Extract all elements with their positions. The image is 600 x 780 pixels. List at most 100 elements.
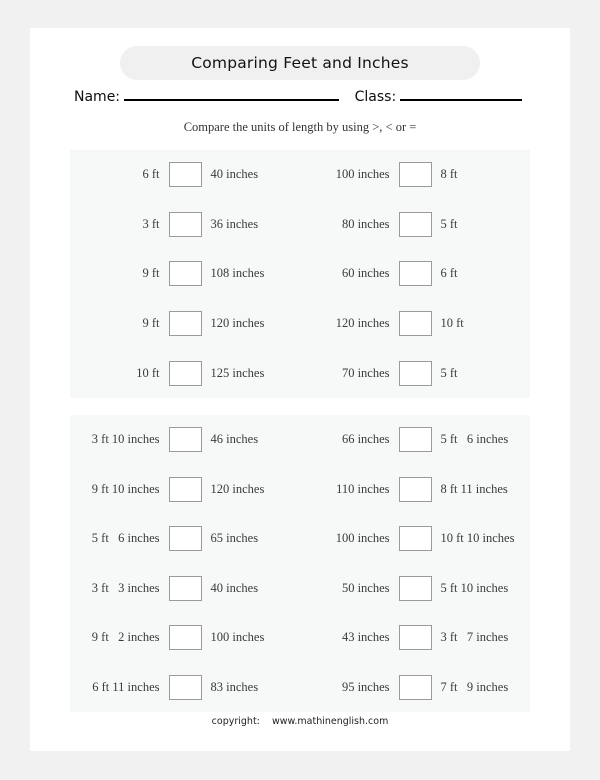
- comparison-problem: 50 inches 5 ft 10 inches: [300, 564, 530, 614]
- right-quantity: 8 ft 11 inches: [440, 481, 508, 496]
- comparison-problem: 9 ft 108 inches: [70, 249, 300, 299]
- comparison-answer-box[interactable]: [398, 476, 432, 502]
- worksheet-title-banner: Comparing Feet and Inches: [120, 46, 480, 80]
- comparison-problem: 100 inches 10 ft 10 inches: [300, 514, 530, 564]
- comparison-answer-box[interactable]: [398, 575, 432, 601]
- comparison-answer-box[interactable]: [168, 427, 202, 453]
- student-info-row: Name: Class:: [74, 86, 526, 110]
- exercise-block-2: 3 ft 10 inches 46 inches 66 inches 5 ft 6 i…: [70, 415, 530, 712]
- right-quantity: 120 inches: [210, 316, 265, 331]
- left-quantity: 110 inches: [336, 481, 390, 496]
- copyright-footer: copyright: www.mathinenglish.com: [211, 716, 389, 727]
- right-quantity: 10 ft 10 inches: [440, 531, 515, 546]
- exercise-row: 6 ft 40 inches 100 inches 8 ft: [70, 150, 530, 200]
- comparison-answer-box[interactable]: [168, 476, 202, 502]
- comparison-answer-box[interactable]: [168, 261, 202, 287]
- left-quantity: 10 ft: [136, 365, 160, 380]
- comparison-problem: 3 ft 3 inches 40 inches: [70, 564, 300, 614]
- right-quantity: 3 ft 7 inches: [440, 630, 509, 645]
- name-input-line[interactable]: [124, 86, 339, 101]
- comparison-problem: 66 inches 5 ft 6 inches: [300, 415, 530, 465]
- comparison-answer-box[interactable]: [398, 625, 432, 651]
- right-quantity: 83 inches: [210, 679, 259, 694]
- right-quantity: 8 ft: [440, 167, 458, 182]
- left-quantity: 3 ft 3 inches: [91, 580, 160, 595]
- comparison-problem: 6 ft 11 inches 83 inches: [70, 663, 300, 713]
- comparison-answer-box[interactable]: [168, 311, 202, 337]
- right-quantity: 5 ft: [440, 365, 458, 380]
- right-quantity: 5 ft 10 inches: [440, 580, 509, 595]
- right-quantity: 36 inches: [210, 216, 259, 231]
- class-input-line[interactable]: [400, 86, 522, 101]
- page-title: Comparing Feet and Inches: [191, 54, 409, 72]
- left-quantity: 120 inches: [335, 316, 390, 331]
- exercise-row: 9 ft 2 inches 100 inches 43 inches 3 ft 7 i…: [70, 613, 530, 663]
- comparison-answer-box[interactable]: [398, 427, 432, 453]
- left-quantity: 50 inches: [341, 580, 390, 595]
- exercise-row: 6 ft 11 inches 83 inches 95 inches 7 ft 9 i…: [70, 663, 530, 713]
- comparison-problem: 80 inches 5 ft: [300, 200, 530, 250]
- left-quantity: 6 ft: [142, 167, 160, 182]
- comparison-problem: 3 ft 36 inches: [70, 200, 300, 250]
- exercise-row: 9 ft 10 inches 120 inches 110 inches 8 ft 1…: [70, 465, 530, 515]
- comparison-answer-box[interactable]: [398, 674, 432, 700]
- left-quantity: 6 ft 11 inches: [92, 679, 160, 694]
- comparison-answer-box[interactable]: [398, 162, 432, 188]
- exercise-row: 9 ft 120 inches 120 inches 10 ft: [70, 299, 530, 349]
- class-label: Class:: [354, 89, 397, 105]
- comparison-problem: 3 ft 10 inches 46 inches: [70, 415, 300, 465]
- instruction-text: Compare the units of length by using >, …: [183, 120, 417, 134]
- left-quantity: 5 ft 6 inches: [91, 531, 160, 546]
- exercise-row: 5 ft 6 inches 65 inches 100 inches 10 ft 10…: [70, 514, 530, 564]
- exercise-row: 3 ft 3 inches 40 inches 50 inches 5 ft 10 i…: [70, 564, 530, 614]
- comparison-problem: 60 inches 6 ft: [300, 249, 530, 299]
- comparison-problem: 100 inches 8 ft: [300, 150, 530, 200]
- name-label: Name:: [74, 89, 121, 105]
- left-quantity: 100 inches: [335, 531, 390, 546]
- exercise-row: 10 ft 125 inches 70 inches 5 ft: [70, 348, 530, 398]
- comparison-problem: 9 ft 2 inches 100 inches: [70, 613, 300, 663]
- comparison-problem: 6 ft 40 inches: [70, 150, 300, 200]
- comparison-answer-box[interactable]: [398, 211, 432, 237]
- comparison-problem: 70 inches 5 ft: [300, 348, 530, 398]
- worksheet-sheet: Comparing Feet and Inches Name: Class: C…: [30, 28, 570, 751]
- right-quantity: 125 inches: [210, 365, 265, 380]
- exercise-row: 9 ft 108 inches 60 inches 6 ft: [70, 249, 530, 299]
- left-quantity: 9 ft: [142, 316, 160, 331]
- comparison-problem: 5 ft 6 inches 65 inches: [70, 514, 300, 564]
- comparison-answer-box[interactable]: [398, 261, 432, 287]
- comparison-answer-box[interactable]: [168, 526, 202, 552]
- right-quantity: 46 inches: [210, 432, 259, 447]
- comparison-problem: 9 ft 120 inches: [70, 299, 300, 349]
- left-quantity: 43 inches: [341, 630, 390, 645]
- comparison-problem: 95 inches 7 ft 9 inches: [300, 663, 530, 713]
- comparison-answer-box[interactable]: [168, 162, 202, 188]
- comparison-answer-box[interactable]: [398, 311, 432, 337]
- left-quantity: 9 ft 2 inches: [91, 630, 160, 645]
- comparison-answer-box[interactable]: [168, 211, 202, 237]
- left-quantity: 9 ft: [142, 266, 160, 281]
- right-quantity: 120 inches: [210, 481, 265, 496]
- comparison-problem: 43 inches 3 ft 7 inches: [300, 613, 530, 663]
- left-quantity: 3 ft 10 inches: [91, 432, 160, 447]
- left-quantity: 100 inches: [335, 167, 390, 182]
- comparison-answer-box[interactable]: [398, 526, 432, 552]
- right-quantity: 6 ft: [440, 266, 458, 281]
- right-quantity: 40 inches: [210, 167, 259, 182]
- right-quantity: 100 inches: [210, 630, 265, 645]
- comparison-answer-box[interactable]: [398, 360, 432, 386]
- comparison-problem: 120 inches 10 ft: [300, 299, 530, 349]
- comparison-problem: 10 ft 125 inches: [70, 348, 300, 398]
- left-quantity: 3 ft: [142, 216, 160, 231]
- comparison-answer-box[interactable]: [168, 674, 202, 700]
- comparison-answer-box[interactable]: [168, 625, 202, 651]
- comparison-answer-box[interactable]: [168, 575, 202, 601]
- right-quantity: 5 ft 6 inches: [440, 432, 509, 447]
- right-quantity: 7 ft 9 inches: [440, 679, 509, 694]
- exercise-row: 3 ft 36 inches 80 inches 5 ft: [70, 200, 530, 250]
- comparison-answer-box[interactable]: [168, 360, 202, 386]
- exercise-block-1: 6 ft 40 inches 100 inches 8 ft 3 ft 36 inches…: [70, 150, 530, 398]
- comparison-problem: 110 inches 8 ft 11 inches: [300, 465, 530, 515]
- left-quantity: 60 inches: [341, 266, 390, 281]
- right-quantity: 10 ft: [440, 316, 464, 331]
